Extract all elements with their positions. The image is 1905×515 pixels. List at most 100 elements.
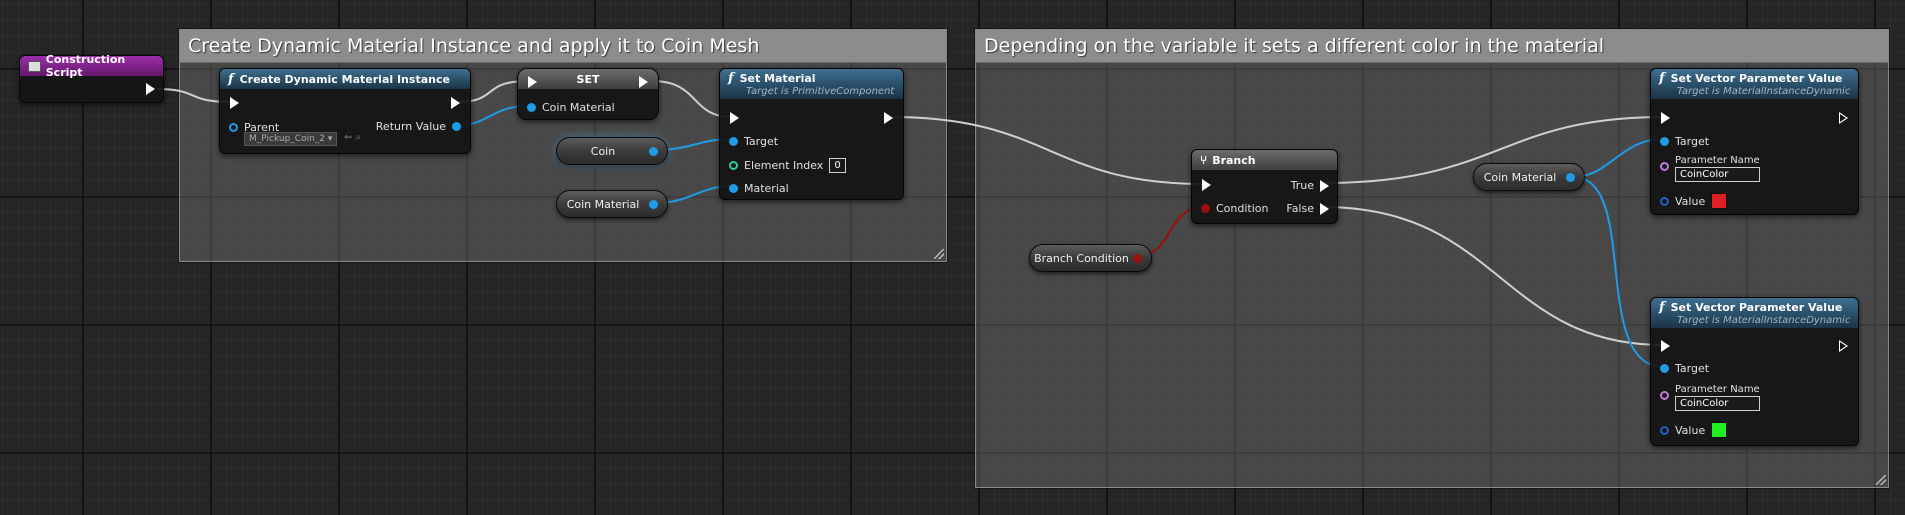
pin-label: Value bbox=[1675, 423, 1706, 437]
bool-pin-icon[interactable] bbox=[1133, 253, 1142, 263]
struct-pin-icon[interactable] bbox=[1660, 196, 1669, 206]
return-value-pin[interactable]: Return Value bbox=[370, 120, 461, 133]
exec-out-pin[interactable] bbox=[884, 112, 893, 124]
exec-arrow-icon[interactable] bbox=[1320, 202, 1329, 215]
exec-in-pin[interactable] bbox=[1661, 112, 1670, 124]
branch-icon: ⑂ bbox=[1200, 153, 1208, 167]
exec-out-pin[interactable] bbox=[639, 76, 648, 88]
condition-pin[interactable]: Condition bbox=[1201, 202, 1275, 215]
coin-material-variable[interactable]: Coin Material bbox=[1473, 163, 1585, 191]
object-pin-icon[interactable] bbox=[1566, 172, 1575, 182]
parameter-name-pin[interactable]: Parameter Name CoinColor bbox=[1660, 384, 1766, 411]
name-pin-icon[interactable] bbox=[1660, 391, 1669, 400]
node-header: f Set Vector Parameter Value Target is Ma… bbox=[1651, 69, 1858, 99]
value-pin[interactable]: Value bbox=[1660, 422, 1728, 438]
exec-arrow-icon[interactable] bbox=[1661, 340, 1670, 352]
exec-arrow-icon[interactable] bbox=[730, 112, 739, 124]
int-pin-icon[interactable] bbox=[729, 161, 738, 170]
element-index-input[interactable]: 0 bbox=[829, 158, 846, 173]
function-icon: f bbox=[1659, 300, 1665, 315]
comment-title[interactable]: Create Dynamic Material Instance and app… bbox=[180, 30, 946, 63]
exec-in-pin[interactable] bbox=[730, 112, 739, 124]
parameter-name-input[interactable]: CoinColor bbox=[1675, 167, 1760, 182]
asset-browse-icon[interactable]: ⇐ ⌕ bbox=[344, 132, 361, 143]
branch-condition-variable[interactable]: Branch Condition bbox=[1029, 244, 1152, 272]
object-pin-icon[interactable] bbox=[649, 199, 658, 209]
node-header: SET bbox=[518, 69, 658, 89]
exec-arrow-icon[interactable] bbox=[1661, 112, 1670, 124]
create-dmi-node[interactable]: f Create Dynamic Material Instance Paren… bbox=[219, 68, 471, 154]
set-material-node[interactable]: f Set Material Target is PrimitiveCompone… bbox=[719, 68, 904, 200]
variable-label: Coin Material bbox=[1483, 170, 1557, 184]
struct-pin-icon[interactable] bbox=[1660, 425, 1669, 435]
color-swatch[interactable] bbox=[1711, 193, 1728, 209]
resize-grip[interactable] bbox=[1876, 475, 1886, 485]
object-pin-icon[interactable] bbox=[452, 122, 461, 131]
object-pin-icon[interactable] bbox=[729, 184, 738, 193]
exec-arrow-icon[interactable] bbox=[1839, 340, 1848, 352]
variable-label: Branch Condition bbox=[1034, 251, 1129, 265]
pin-label: Element Index bbox=[744, 159, 824, 172]
branch-node[interactable]: ⑂ Branch True Condition False bbox=[1191, 149, 1338, 224]
exec-arrow-icon[interactable] bbox=[451, 97, 460, 109]
comment-title[interactable]: Depending on the variable it sets a diff… bbox=[976, 30, 1888, 63]
set-variable-node[interactable]: SET Coin Material bbox=[517, 68, 659, 120]
target-pin[interactable]: Target bbox=[1660, 135, 1715, 148]
coin-variable[interactable]: Coin bbox=[556, 137, 668, 165]
object-pin-icon[interactable] bbox=[1660, 364, 1669, 373]
object-pin-icon[interactable] bbox=[649, 146, 658, 156]
coin-material-pin[interactable]: Coin Material bbox=[527, 101, 621, 114]
exec-in-pin[interactable] bbox=[230, 97, 239, 109]
exec-in-pin[interactable] bbox=[1202, 179, 1211, 191]
exec-out-pin[interactable] bbox=[451, 97, 460, 109]
target-pin[interactable]: Target bbox=[1660, 362, 1715, 375]
node-header: f Set Material Target is PrimitiveCompone… bbox=[720, 69, 903, 99]
set-vector-param-node-green[interactable]: f Set Vector Parameter Value Target is Ma… bbox=[1650, 297, 1859, 446]
resize-grip[interactable] bbox=[934, 249, 944, 259]
set-vector-param-node-red[interactable]: f Set Vector Parameter Value Target is Ma… bbox=[1650, 68, 1859, 215]
exec-arrow-icon[interactable] bbox=[230, 97, 239, 109]
element-index-pin[interactable]: Element Index 0 bbox=[729, 158, 846, 173]
parameter-name-pin[interactable]: Parameter Name CoinColor bbox=[1660, 155, 1766, 182]
exec-arrow-icon[interactable] bbox=[884, 112, 893, 124]
color-swatch[interactable] bbox=[1711, 422, 1728, 438]
dropdown-value: M_Pickup_Coin_2 bbox=[249, 134, 326, 144]
value-pin[interactable]: Value bbox=[1660, 193, 1728, 209]
node-title: SET bbox=[576, 72, 600, 86]
object-pin-icon[interactable] bbox=[1660, 137, 1669, 146]
param-name-group: Parameter Name CoinColor bbox=[1675, 155, 1760, 182]
node-subtitle: Target is PrimitiveComponent bbox=[746, 86, 895, 97]
exec-arrow-icon[interactable] bbox=[639, 76, 648, 88]
pin-label: True bbox=[1290, 179, 1314, 192]
construction-script-node[interactable]: Construction Script bbox=[19, 53, 164, 103]
exec-arrow-icon[interactable] bbox=[528, 76, 537, 88]
parameter-name-input[interactable]: CoinColor bbox=[1675, 396, 1760, 411]
pin-label: Target bbox=[1675, 362, 1710, 375]
exec-arrow-icon[interactable] bbox=[1320, 179, 1329, 192]
node-title: Create Dynamic Material Instance bbox=[239, 72, 450, 86]
object-pin-icon[interactable] bbox=[527, 103, 536, 112]
node-title: Branch bbox=[1212, 153, 1256, 167]
exec-out-pin[interactable] bbox=[1839, 112, 1848, 124]
coin-material-variable[interactable]: Coin Material bbox=[556, 190, 668, 218]
object-pin-icon[interactable] bbox=[729, 137, 738, 146]
exec-in-pin[interactable] bbox=[1661, 340, 1670, 352]
exec-arrow-icon[interactable] bbox=[1839, 112, 1848, 124]
material-pin[interactable]: Material bbox=[729, 182, 795, 195]
variable-label: Coin Material bbox=[566, 197, 640, 211]
target-pin[interactable]: Target bbox=[729, 135, 784, 148]
name-pin-icon[interactable] bbox=[1660, 162, 1669, 171]
parent-asset-dropdown[interactable]: M_Pickup_Coin_2 ▾ bbox=[244, 132, 338, 146]
pin-label: Material bbox=[744, 182, 789, 195]
exec-in-pin[interactable] bbox=[528, 76, 537, 88]
exec-out-pin[interactable] bbox=[146, 83, 155, 95]
exec-out-pin[interactable] bbox=[1839, 340, 1848, 352]
variable-label: Coin bbox=[590, 144, 616, 158]
object-pin-icon[interactable] bbox=[229, 123, 238, 132]
exec-arrow-icon[interactable] bbox=[1202, 179, 1211, 191]
exec-arrow-icon[interactable] bbox=[146, 83, 155, 95]
bool-pin-icon[interactable] bbox=[1201, 204, 1210, 213]
false-exec-pin[interactable]: False bbox=[1280, 202, 1329, 215]
true-exec-pin[interactable]: True bbox=[1285, 179, 1329, 192]
node-header: f Set Vector Parameter Value Target is Ma… bbox=[1651, 298, 1858, 328]
